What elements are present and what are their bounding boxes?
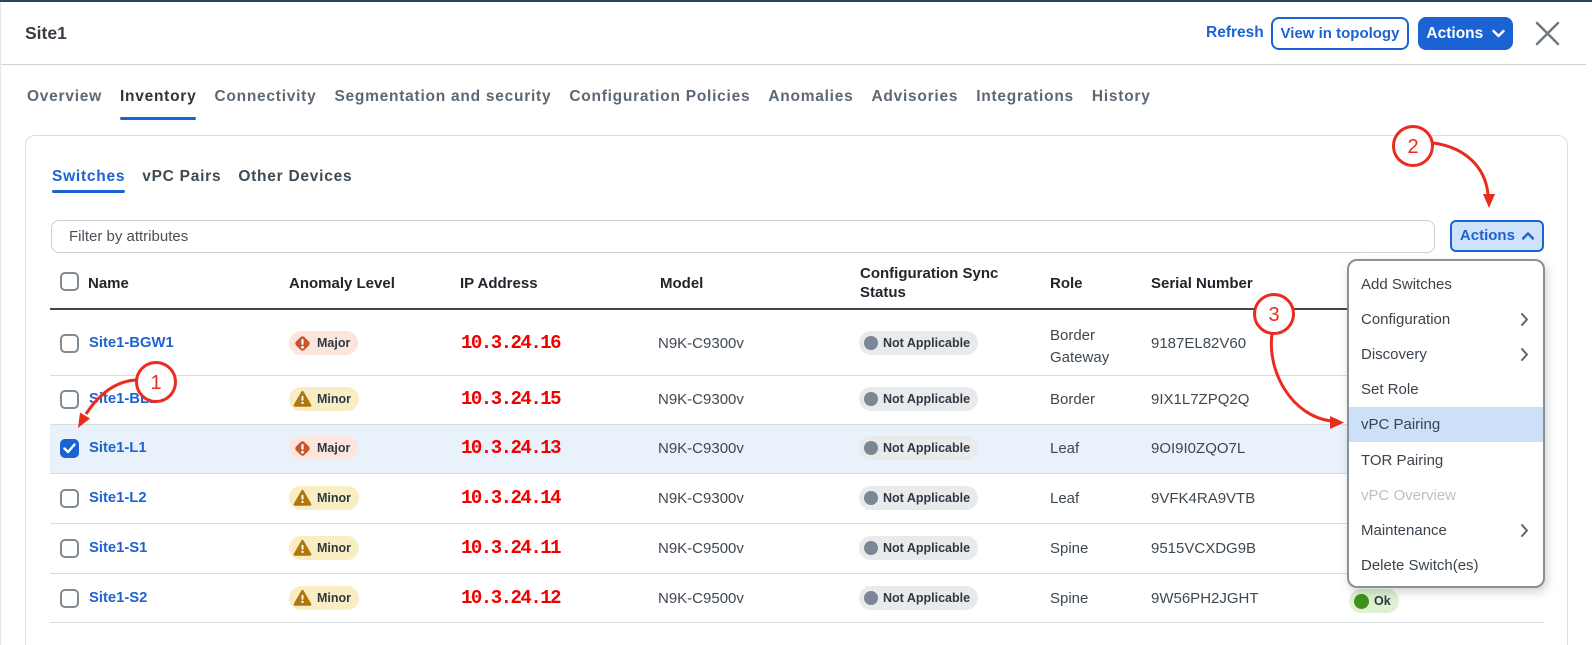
svg-text:2: 2 (1407, 136, 1418, 158)
svg-text:1: 1 (150, 372, 161, 394)
svg-text:3: 3 (1268, 304, 1279, 326)
